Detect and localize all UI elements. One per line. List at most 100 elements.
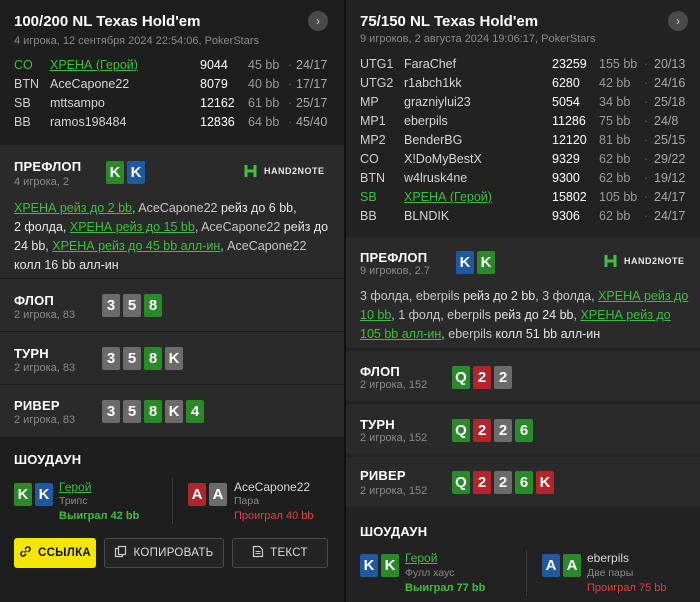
separator-dot: · — [288, 115, 293, 129]
text-button[interactable]: ТЕКСТ — [232, 538, 328, 568]
street-title: ФЛОП — [360, 364, 400, 379]
link-button[interactable]: ССЫЛКА — [14, 538, 96, 568]
action-player: , 1 фолд, eberpils — [391, 308, 495, 322]
player-stack: 15802 — [552, 190, 587, 204]
action-text: рейз до 24 bb — [494, 308, 574, 322]
player-stack-bb: 62 bb — [599, 171, 631, 185]
action-player: 3 фолда, eberpils — [360, 289, 464, 303]
copy-button-label: КОПИРОВАТЬ — [133, 547, 214, 559]
showdown-result: Проиграл 40 bb — [234, 510, 314, 522]
card: 8 — [144, 400, 162, 423]
separator-dot: · — [644, 171, 649, 185]
card: A — [542, 554, 560, 577]
showdown-player-name: eberpils — [587, 551, 630, 565]
player-position: MP2 — [360, 133, 386, 147]
player-position: MP — [360, 95, 379, 109]
card: K — [165, 347, 183, 370]
player-name[interactable]: ХРЕНА (Герой) — [50, 58, 138, 72]
board-cards: 3 5 8 K — [102, 347, 183, 370]
card: 5 — [123, 294, 141, 317]
action-text: 24 bb, — [14, 239, 53, 253]
preflop-section: ПРЕФЛОП 9 игроков, 2.7 K K HAND2NOTE 3 ф… — [346, 237, 700, 348]
showdown-hand-rank: Трипс — [59, 495, 88, 507]
hole-cards: K K — [456, 251, 495, 274]
hand-panel-left: 100/200 NL Texas Hold'em › 4 игрока, 12 … — [0, 0, 346, 602]
action-text: рейз до 6 bb, — [220, 201, 297, 215]
player-hud-stats: 24/17 — [654, 209, 686, 223]
player-stack: 12162 — [200, 96, 235, 110]
action-hero: ХРЕНА рейз до — [580, 308, 671, 322]
player-position: BB — [14, 115, 31, 129]
player-hud-stats: 25/18 — [654, 95, 686, 109]
copy-button[interactable]: КОПИРОВАТЬ — [104, 538, 224, 568]
player-hud-stats: 24/17 — [654, 190, 686, 204]
card: K — [14, 483, 32, 506]
player-name: X!DoMyBestX — [404, 152, 482, 166]
hand-panel-right: 75/150 NL Texas Hold'em › 9 игроков, 2 а… — [346, 0, 700, 602]
player-stack-bb: 81 bb — [599, 133, 631, 147]
street-subtitle: 2 игрока, 152 — [360, 485, 428, 497]
river-section: РИВЕР 2 игрока, 83 3 5 8 K 4 — [0, 385, 346, 437]
card: Q — [452, 419, 470, 442]
showdown-section: ШОУДАУН K K Герой Трипс Выиграл 42 bb A … — [0, 438, 346, 602]
action-player: , AceCapone22 — [220, 239, 307, 253]
card: 6 — [515, 471, 533, 494]
street-subtitle: 2 игрока, 152 — [360, 432, 428, 444]
hole-cards: K K — [106, 161, 145, 184]
hand2note-logo-icon — [244, 164, 260, 178]
street-title: ТУРН — [360, 417, 395, 432]
river-section: РИВЕР 2 игрока, 152 Q 2 2 6 K — [346, 457, 700, 507]
player-stack-bb: 155 bb — [599, 57, 638, 71]
card: K — [35, 483, 53, 506]
card: 5 — [123, 347, 141, 370]
showdown-player-name[interactable]: Герой — [59, 480, 91, 494]
separator-dot: · — [288, 77, 293, 91]
action-hero: ХРЕНА рейз до — [598, 289, 689, 303]
player-position: UTG1 — [360, 57, 394, 71]
next-hand-icon[interactable]: › — [668, 11, 688, 31]
card: 2 — [473, 419, 491, 442]
player-hud-stats: 19/12 — [654, 171, 686, 185]
hero-cards: K K — [14, 483, 53, 506]
card: 6 — [515, 419, 533, 442]
action-text: рейз до 2 bb — [463, 289, 536, 303]
street-title: РИВЕР — [360, 468, 406, 483]
player-name: w4lrusk4ne — [404, 171, 468, 185]
next-hand-icon[interactable]: › — [308, 11, 328, 31]
player-stack: 9300 — [552, 171, 580, 185]
card: K — [106, 161, 124, 184]
player-name[interactable]: ХРЕНА (Герой) — [404, 190, 492, 204]
street-subtitle: 2 игрока, 83 — [14, 362, 76, 374]
showdown-player-name[interactable]: Герой — [405, 551, 437, 565]
player-row: BB ramos198484 12836 64 bb · 45/40 — [14, 115, 340, 133]
showdown-result: Выиграл 42 bb — [59, 510, 140, 522]
showdown-divider — [526, 550, 527, 596]
player-row: CO ХРЕНА (Герой) 9044 45 bb · 24/17 — [14, 58, 340, 76]
player-name: r1abch1kk — [404, 76, 462, 90]
hand2note-logo-icon — [604, 254, 620, 268]
player-row: BB BLNDIK 9306 62 bb · 24/17 — [360, 209, 694, 227]
brand-text: HAND2NOTE — [624, 256, 685, 266]
turn-section: ТУРН 2 игрока, 152 Q 2 2 6 — [346, 404, 700, 454]
card: Q — [452, 366, 470, 389]
separator-dot: · — [644, 76, 649, 90]
separator-dot: · — [644, 209, 649, 223]
player-hud-stats: 25/15 — [654, 133, 686, 147]
player-hud-stats: 25/17 — [296, 96, 328, 110]
card: K — [165, 400, 183, 423]
player-stack-bb: 42 bb — [599, 76, 631, 90]
card: 3 — [102, 400, 120, 423]
action-player: , AceCapone22 — [194, 220, 284, 234]
player-row: SB mttsampo 12162 61 bb · 25/17 — [14, 96, 340, 114]
showdown-hand-rank: Фулл хаус — [405, 567, 455, 579]
showdown-player-name: AceCapone22 — [234, 480, 311, 494]
player-stack: 8079 — [200, 77, 228, 91]
player-stack: 23259 — [552, 57, 587, 71]
card: 3 — [102, 347, 120, 370]
showdown-result: Проиграл 75 bb — [587, 582, 667, 594]
player-row: SB ХРЕНА (Герой) 15802 105 bb · 24/17 — [360, 190, 694, 208]
flop-section: ФЛОП 2 игрока, 83 3 5 8 — [0, 279, 346, 331]
player-stack: 9329 — [552, 152, 580, 166]
player-position: SB — [360, 190, 377, 204]
preflop-section: ПРЕФЛОП 4 игрока, 2 K K HAND2NOTE ХРЕНА … — [0, 145, 346, 278]
